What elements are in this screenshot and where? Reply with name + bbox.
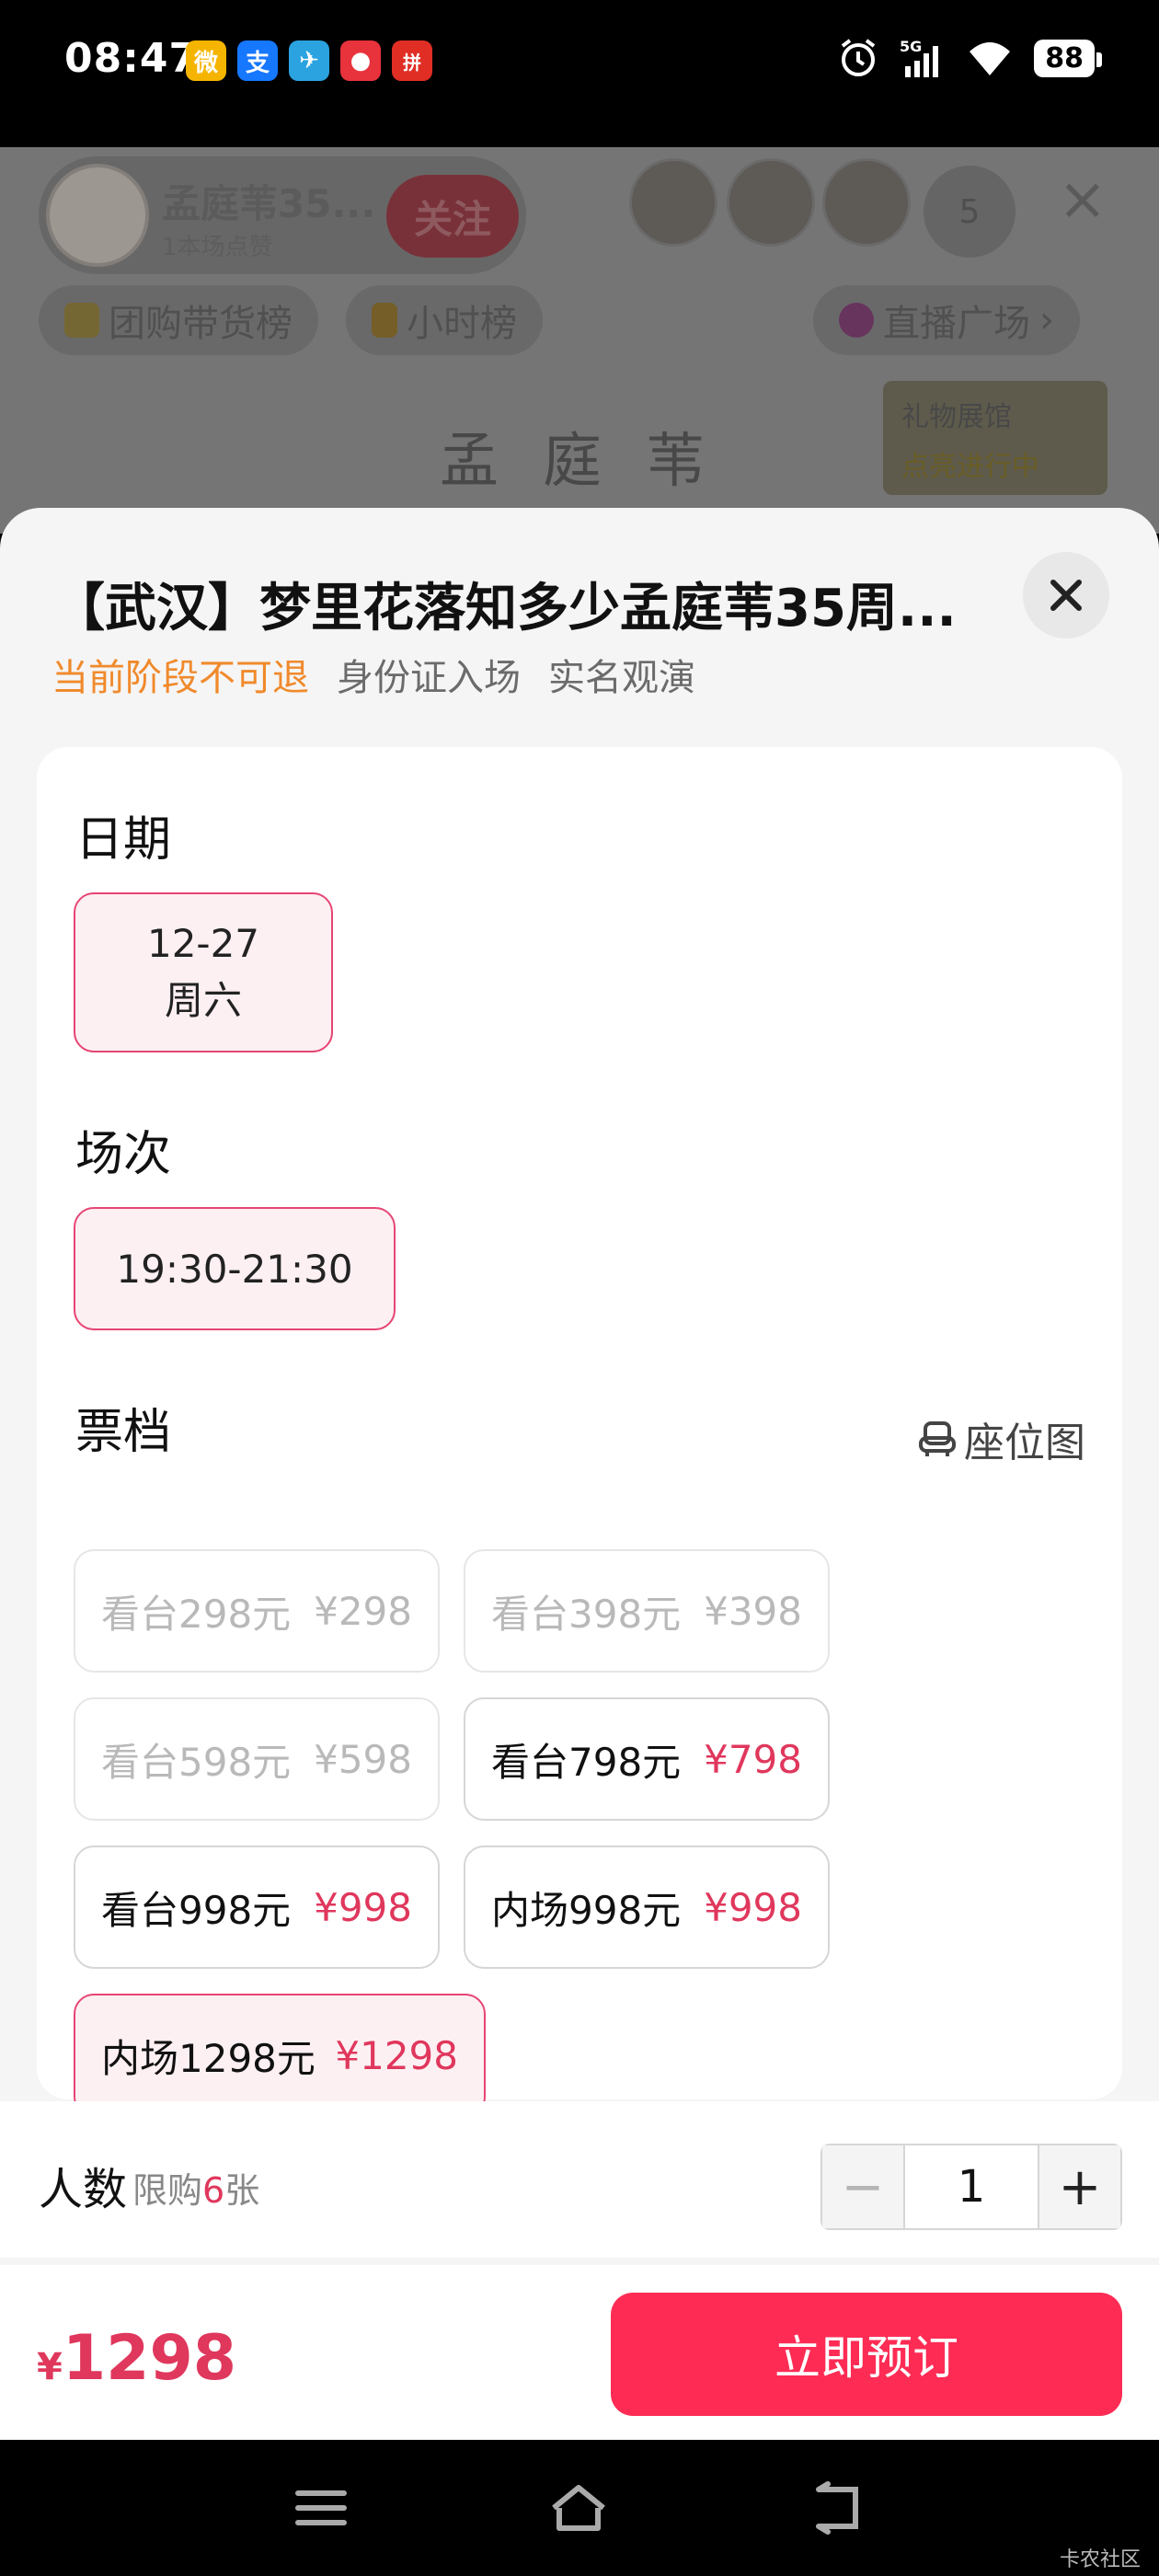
options-card: 日期 12-27 周六 场次 19:30-21:30 票档 座位图 看台298元… [37,747,1122,2117]
status-bar: 08:47 微 支 ✈ ● 拼 5G 88 [0,0,1159,147]
menu-icon[interactable] [289,2480,353,2536]
telegram-icon: ✈ [289,40,329,81]
notification-icons: 微 支 ✈ ● 拼 [186,40,432,81]
status-indicators: 5G 88 [837,37,1102,79]
live-room-background: 孟庭苇35... 1本场点赞 关注 5 × 团购带货榜 小时榜 直播广场 › 孟庭… [0,147,1159,534]
purchase-limit: 限购6张 [132,2170,260,2211]
ticket-tier-option[interactable]: 看台598元 ¥598 [74,1697,440,1821]
clock: 08:47 [64,35,199,82]
id-entry-tag: 身份证入场 [337,657,521,699]
ticket-tier-option[interactable]: 内场998元 ¥998 [464,1846,830,1969]
decrease-button[interactable]: − [822,2145,905,2228]
close-icon [1050,580,1082,611]
session-section-label: 场次 [75,1127,172,1182]
ticket-tier-option[interactable]: 看台398元 ¥398 [464,1549,830,1673]
weibo-icon: 微 [186,40,226,81]
pinduoduo-icon: 拼 [392,40,432,81]
ticket-tier-option-selected[interactable]: 内场1298元 ¥1298 [74,1994,486,2117]
tier-section-label: 票档 [75,1405,172,1460]
seat-map-link[interactable]: 座位图 [918,1409,1085,1468]
ticket-tier-option[interactable]: 看台298元 ¥298 [74,1549,440,1673]
watermark: 卡农社区 [1059,2548,1141,2571]
quantity-label: 人数 [39,2164,128,2215]
system-nav-bar [0,2440,1159,2576]
session-option[interactable]: 19:30-21:30 [74,1207,396,1330]
weekday-value: 周六 [164,978,242,1023]
battery-indicator: 88 [1034,39,1102,77]
home-icon[interactable] [546,2480,611,2536]
date-section-label: 日期 [75,812,172,868]
increase-button[interactable]: + [1038,2145,1120,2228]
checkout-bar: ¥1298 立即预订 [0,2265,1159,2440]
quantity-value[interactable]: 1 [905,2145,1038,2228]
real-name-tag: 实名观演 [548,657,695,699]
event-title: 【武汉】梦里花落知多少孟庭苇35周... [53,579,957,638]
quantity-stepper[interactable]: − 1 + [820,2144,1122,2230]
ticket-tier-option[interactable]: 看台998元 ¥998 [74,1846,440,1969]
ticket-tier-option[interactable]: 看台798元 ¥798 [464,1697,830,1821]
alipay-icon: 支 [237,40,278,81]
close-button[interactable] [1023,552,1109,638]
signal-5g-icon: 5G [900,38,939,77]
quantity-row: 人数 限购6张 − 1 + [0,2101,1159,2258]
alarm-icon [842,39,876,76]
rednote-icon: ● [340,40,381,81]
ticket-sheet: 【武汉】梦里花落知多少孟庭苇35周... 当前阶段不可退 身份证入场 实名观演 … [0,508,1159,2440]
total-price: ¥1298 [37,2322,237,2395]
svg-text:5G: 5G [900,38,922,55]
seat-icon [919,1421,956,1456]
date-option[interactable]: 12-27 周六 [74,892,333,1052]
back-icon[interactable] [806,2480,870,2536]
policy-tags: 当前阶段不可退 身份证入场 实名观演 [52,648,695,701]
no-refund-tag: 当前阶段不可退 [52,657,309,699]
book-now-button[interactable]: 立即预订 [611,2293,1122,2416]
wifi-icon [970,42,1011,75]
date-value: 12-27 [146,921,260,966]
